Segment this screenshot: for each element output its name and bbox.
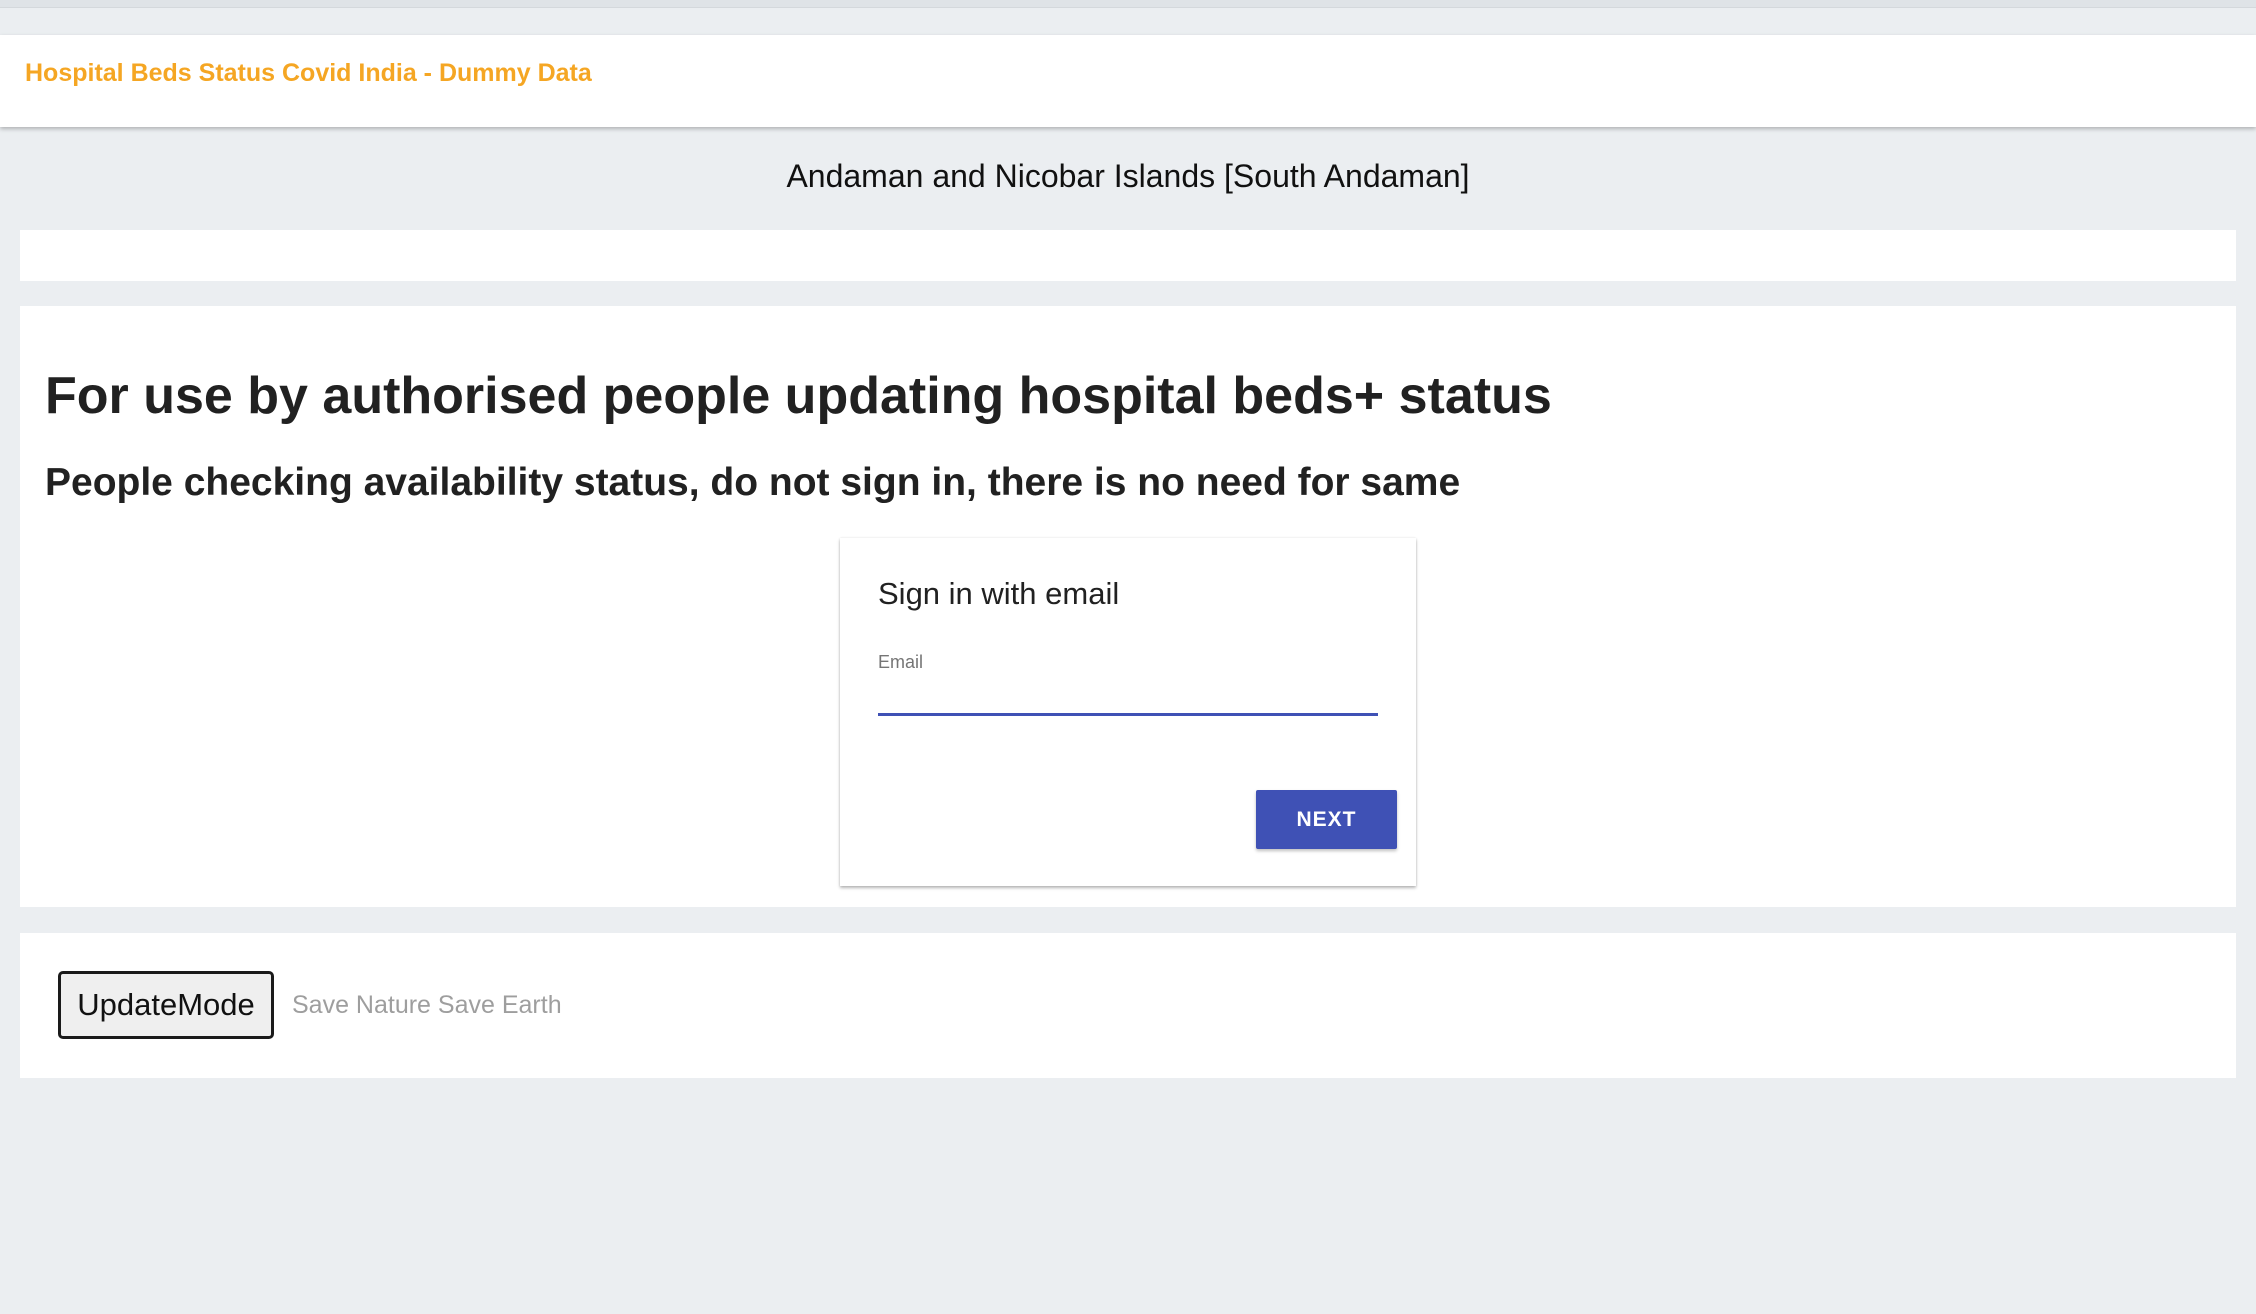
sign-in-section: For use by authorised people updating ho… (20, 306, 2236, 907)
footer-tagline: Save Nature Save Earth (292, 991, 562, 1019)
page-subtitle: People checking availability status, do … (45, 461, 1461, 504)
footer: UpdateMode Save Nature Save Earth (20, 933, 2236, 1078)
page-title: For use by authorised people updating ho… (45, 367, 1552, 425)
browser-top-strip (0, 0, 2256, 8)
app-bar: Hospital Beds Status Covid India - Dummy… (0, 35, 2256, 127)
location-heading: Andaman and Nicobar Islands [South Andam… (786, 158, 1470, 194)
sign-in-card: Sign in with email Email NEXT (840, 538, 1416, 886)
update-mode-button[interactable]: UpdateMode (58, 971, 274, 1039)
email-label: Email (878, 652, 924, 672)
app-title[interactable]: Hospital Beds Status Covid India - Dummy… (25, 59, 592, 88)
email-field[interactable] (878, 678, 1378, 716)
sign-in-title: Sign in with email (878, 576, 1120, 611)
empty-panel (20, 230, 2236, 281)
next-button[interactable]: NEXT (1256, 790, 1397, 849)
